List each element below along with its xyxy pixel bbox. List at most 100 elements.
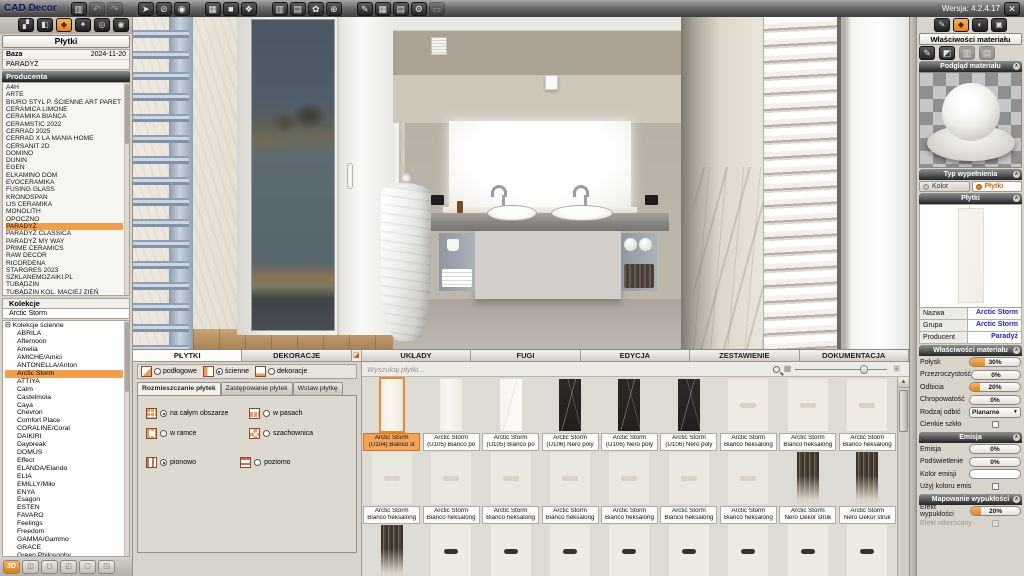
subtab-rozmieszczanie[interactable]: Rozmieszczanie płytek <box>137 382 221 395</box>
material-tab-material-icon[interactable]: ◆ <box>953 18 969 32</box>
close-button[interactable]: ✕ <box>1004 2 1020 16</box>
search-icon[interactable] <box>773 366 780 373</box>
settings-icon[interactable]: ⚙ <box>411 2 427 16</box>
collection-item[interactable]: GAMMA/Gammo <box>5 536 123 544</box>
reflection-type-dropdown[interactable]: Planarne▼ <box>969 407 1021 418</box>
collection-item[interactable]: ELANDA/Elando <box>5 465 123 473</box>
view-box-1-icon[interactable]: ◫ <box>22 560 39 574</box>
sidebar-tab-camera-icon[interactable]: ◉ <box>113 18 129 32</box>
producer-item[interactable]: BIURO STYL P. ŚCIENNE ART PARET <box>6 99 123 106</box>
collection-item[interactable]: Freedom <box>5 528 123 536</box>
use-emission-checkbox[interactable] <box>992 483 999 490</box>
collection-item[interactable]: ABRILA <box>5 330 123 338</box>
tile-item[interactable]: Arctic StormBianco heksalong <box>540 450 599 523</box>
tile-item[interactable]: Arctic Storm <box>719 523 778 576</box>
producer-item[interactable]: A4H <box>6 84 123 91</box>
producer-item[interactable]: DUNIN <box>6 157 123 164</box>
tile-item[interactable]: Arctic Storm <box>421 523 480 576</box>
collection-item[interactable]: Effect <box>5 457 123 465</box>
fill-option-płytki[interactable]: Płytki <box>972 181 1023 192</box>
property-value-box[interactable]: 0% <box>971 370 1021 380</box>
radio-podłogowe[interactable] <box>154 368 161 375</box>
tile-item[interactable]: Arctic StormBianco heksalong <box>659 450 718 523</box>
collection-item[interactable]: GRACE <box>5 544 123 552</box>
collapse-icon[interactable]: ∧ <box>1013 195 1020 202</box>
property-value-box[interactable]: 30% <box>969 357 1021 367</box>
tile-item[interactable]: Arctic StormBianco heksalong <box>719 450 778 523</box>
collection-item[interactable]: ESTEN <box>5 504 123 512</box>
collection-item[interactable]: DAIKIRI <box>5 433 123 441</box>
producer-item[interactable]: STARGRES 2023 <box>6 267 123 274</box>
tile-item[interactable]: Arctic StormBianco heksalong <box>778 377 837 450</box>
tile-item[interactable]: Arctic Storm <box>778 523 837 576</box>
collection-item[interactable]: Arctic Storm <box>5 370 123 378</box>
radio-w-ramce[interactable] <box>160 430 167 437</box>
tab-zestawienie[interactable]: ZESTAWIENIE <box>690 350 799 361</box>
collection-item[interactable]: Castelmola <box>5 394 123 402</box>
tile-item[interactable]: Arctic StormNero Dekor struk <box>778 450 837 523</box>
3d-viewport[interactable] <box>133 17 909 349</box>
collection-item[interactable]: Esagon <box>5 496 123 504</box>
producers-scrollbar[interactable] <box>124 83 129 295</box>
tab-dekoracje[interactable]: DEKORACJE <box>242 350 351 361</box>
producer-item[interactable]: EGEN <box>6 164 123 171</box>
collection-item[interactable]: ENYA <box>5 489 123 497</box>
tile-item[interactable]: Arctic StormBianco heksalong <box>481 450 540 523</box>
tile-item[interactable]: Arctic StormBianco heksalong <box>600 450 659 523</box>
producer-item[interactable]: CERSANIT 2D <box>6 143 123 150</box>
tile-item[interactable]: Arctic Storm <box>481 523 540 576</box>
fill-option-kolor[interactable]: Kolor <box>919 181 970 192</box>
view-box-2-icon[interactable]: ◻ <box>41 560 58 574</box>
tab-płytki[interactable]: PŁYTKI <box>133 350 242 361</box>
producer-item[interactable]: TUBĄDZIN <box>6 281 123 288</box>
emission-color-swatch[interactable] <box>969 469 1021 479</box>
producer-item[interactable]: KRONOSPAN <box>6 194 123 201</box>
sidebar-tab-tiles-icon[interactable]: ◆ <box>56 18 72 32</box>
collection-item[interactable]: Feelings <box>5 520 123 528</box>
shaded-view-icon[interactable]: ■ <box>223 2 239 16</box>
tab-dokumentacja[interactable]: DOKUMENTACJA <box>800 350 909 361</box>
property-value-box[interactable]: 20% <box>970 506 1021 516</box>
hide-icon[interactable]: ⊘ <box>156 2 172 16</box>
edit-icon[interactable]: ✎ <box>357 2 373 16</box>
orientation-option[interactable]: poziomo <box>240 457 290 468</box>
tile-type-option[interactable]: ścienne <box>203 366 249 377</box>
view-box-4-icon[interactable]: ▢ <box>79 560 96 574</box>
producer-item[interactable]: DOMINO <box>6 150 123 157</box>
thin-glass-checkbox[interactable] <box>992 421 999 428</box>
orientation-option[interactable]: pionowo <box>146 457 196 468</box>
tile-type-option[interactable]: dekoracje <box>255 366 307 377</box>
tile-item[interactable]: Arctic StormNero Dekor struk <box>838 450 897 523</box>
radio-w-pasach[interactable] <box>263 410 270 417</box>
picker-icon[interactable]: ✎ <box>919 46 935 60</box>
producer-item[interactable]: CERRAD 2025 <box>6 128 123 135</box>
producer-item[interactable]: CERRAD X LA MANIA HOME <box>6 135 123 142</box>
producer-item[interactable]: RAW DECOR <box>6 252 123 259</box>
sidebar-tab-textures-icon[interactable]: ◎ <box>94 18 110 32</box>
save-scene-icon[interactable]: ▥ <box>272 2 288 16</box>
producer-item[interactable]: FUSING GLASS <box>6 186 123 193</box>
collection-item[interactable]: EMILLY/Miło <box>5 481 123 489</box>
collection-item[interactable]: Chevron <box>5 409 123 417</box>
tile-item[interactable]: Arctic Storm <box>838 523 897 576</box>
collection-item[interactable]: ELIA <box>5 473 123 481</box>
tile-item[interactable]: Arctic Storm(U106) Nero poly <box>600 377 659 450</box>
thumbnails-small-icon[interactable]: ▦ <box>784 365 792 373</box>
material-tab-paint-icon[interactable]: ✎ <box>934 18 950 32</box>
tile-item[interactable]: Arctic Storm <box>659 523 718 576</box>
tile-item[interactable]: Arctic StormBianco heksalong <box>421 450 480 523</box>
producer-item[interactable]: ARTE <box>6 91 123 98</box>
subtab-zastępowanie[interactable]: Zastępowanie płytek <box>221 382 293 395</box>
thumbnails-large-icon[interactable]: ⊞ <box>893 365 900 373</box>
collection-item[interactable]: Daybreak <box>5 441 123 449</box>
tab-układy[interactable]: UKŁADY <box>362 350 471 361</box>
collapse-icon[interactable]: ∧ <box>1013 434 1020 441</box>
sidebar-tab-lighting-icon[interactable]: ✦ <box>75 18 91 32</box>
web-export-icon[interactable]: ⊕ <box>326 2 342 16</box>
collapse-icon[interactable]: ∧ <box>1013 171 1020 178</box>
producer-item[interactable]: SZKLANEMOZAIKI.PL <box>6 274 123 281</box>
save-icon[interactable]: ▥ <box>71 2 87 16</box>
tile-item[interactable]: Arctic Storm <box>362 523 421 576</box>
tile-item[interactable]: Arctic Storm(U106) Nero poly <box>540 377 599 450</box>
tile-item[interactable]: Arctic StormBianco heksalong <box>838 377 897 450</box>
